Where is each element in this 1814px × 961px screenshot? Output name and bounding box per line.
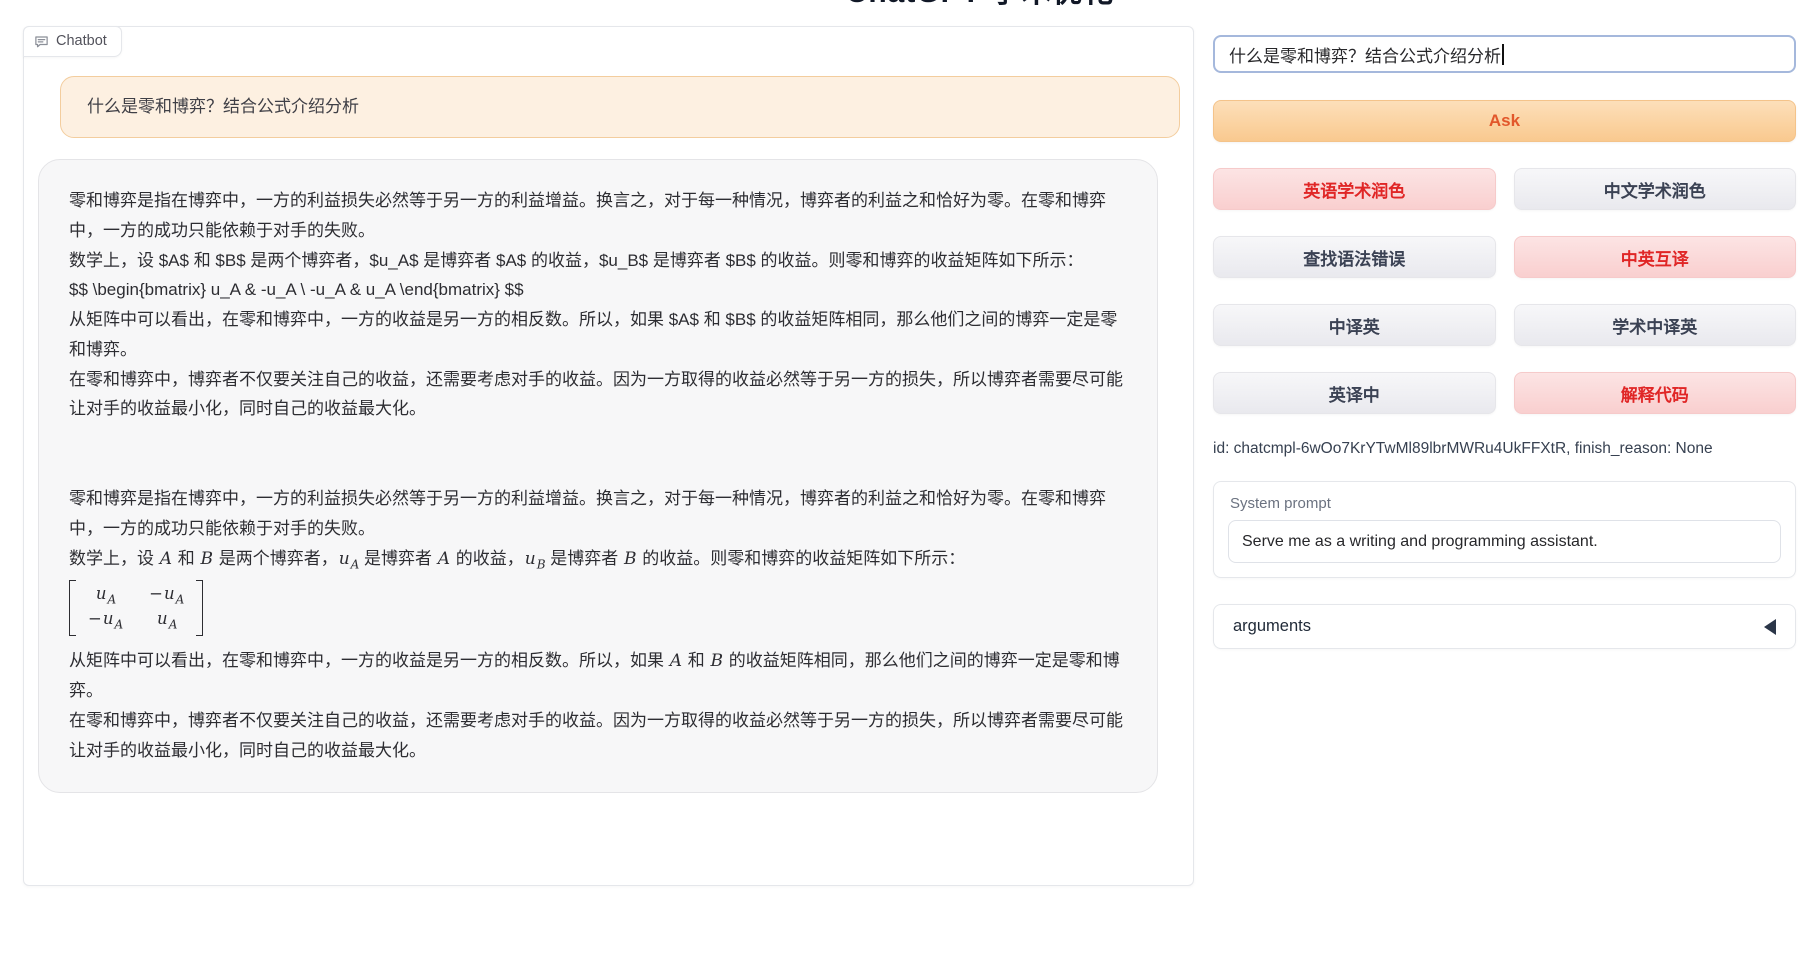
- question-input[interactable]: 什么是零和博弈？结合公式介绍分析: [1213, 35, 1796, 73]
- chatbot-label-text: Chatbot: [56, 33, 107, 49]
- btn-academic-zh-to-en[interactable]: 学术中译英: [1514, 304, 1797, 346]
- btn-explain-code[interactable]: 解释代码: [1514, 372, 1797, 414]
- system-prompt-group: System prompt: [1213, 481, 1796, 578]
- system-prompt-input[interactable]: [1228, 520, 1781, 563]
- btn-en-to-zh[interactable]: 英译中: [1213, 372, 1496, 414]
- btn-zh-to-en[interactable]: 中译英: [1213, 304, 1496, 346]
- system-prompt-label: System prompt: [1214, 482, 1795, 520]
- matrix-right-bracket: [196, 580, 203, 636]
- bot-raw-p5: 在零和博弈中，博弈者不仅要关注自己的收益，还需要考虑对手的收益。因为一方取得的收…: [69, 365, 1127, 425]
- response-status: id: chatcmpl-6wOo7KrYTwMl89lbrMWRu4UkFFX…: [1213, 440, 1796, 458]
- control-column: 什么是零和博弈？结合公式介绍分析 Ask 英语学术润色 中文学术润色 查找语法错…: [1213, 0, 1796, 649]
- chatbot-label: Chatbot: [23, 26, 122, 57]
- matrix-left-bracket: [69, 580, 76, 636]
- matrix-cell-r1c1: uA: [95, 583, 116, 607]
- bot-raw-latex: $$ \begin{bmatrix} u_A & -u_A \ -u_A & u…: [69, 275, 1127, 305]
- matrix-cell-r2c1: −uA: [88, 608, 123, 632]
- user-message: 什么是零和博弈？结合公式介绍分析: [60, 76, 1180, 138]
- message-list: 什么是零和博弈？结合公式介绍分析 零和博弈是指在博弈中，一方的利益损失必然等于另…: [24, 27, 1193, 885]
- bot-rendered-p5: 在零和博弈中，博弈者不仅要关注自己的收益，还需要考虑对手的收益。因为一方取得的收…: [69, 706, 1127, 766]
- arguments-accordion-label: arguments: [1233, 617, 1311, 636]
- payoff-matrix: uA −uA −uA uA: [69, 580, 203, 636]
- btn-english-academic-polish[interactable]: 英语学术润色: [1213, 168, 1496, 210]
- bot-raw-p2: 数学上，设 $A$ 和 $B$ 是两个博弈者，$u_A$ 是博弈者 $A$ 的收…: [69, 246, 1127, 276]
- btn-chinese-academic-polish[interactable]: 中文学术润色: [1514, 168, 1797, 210]
- function-button-grid: 英语学术润色 中文学术润色 查找语法错误 中英互译 中译英 学术中译英 英译中 …: [1213, 168, 1796, 414]
- section-gap: [69, 424, 1127, 484]
- arguments-accordion[interactable]: arguments: [1213, 604, 1796, 649]
- bot-rendered-p4: 从矩阵中可以看出，在零和博弈中，一方的收益是另一方的相反数。所以，如果 A 和 …: [69, 646, 1127, 707]
- bot-rendered-p1: 零和博弈是指在博弈中，一方的利益损失必然等于另一方的利益增益。换言之，对于每一种…: [69, 484, 1127, 544]
- page-title: ChatGPT 学术优化: [830, 0, 1130, 9]
- ask-button[interactable]: Ask: [1213, 100, 1796, 142]
- text-cursor: [1502, 44, 1504, 65]
- matrix-cell-r2c2: uA: [156, 608, 177, 632]
- chat-bubble-icon: [34, 34, 49, 49]
- bot-raw-p1: 零和博弈是指在博弈中，一方的利益损失必然等于另一方的利益增益。换言之，对于每一种…: [69, 186, 1127, 246]
- accordion-collapsed-arrow-icon: [1764, 619, 1776, 635]
- page-title-cutoff: ChatGPT 学术优化: [830, 0, 1130, 9]
- btn-zh-en-mutual-translate[interactable]: 中英互译: [1514, 236, 1797, 278]
- btn-find-grammar-errors[interactable]: 查找语法错误: [1213, 236, 1496, 278]
- chatbot-panel: Chatbot 什么是零和博弈？结合公式介绍分析 零和博弈是指在博弈中，一方的利…: [23, 26, 1194, 886]
- bot-message: 零和博弈是指在博弈中，一方的利益损失必然等于另一方的利益增益。换言之，对于每一种…: [38, 159, 1158, 793]
- bot-rendered-p2: 数学上，设 A 和 B 是两个博弈者，uA 是博弈者 A 的收益，uB 是博弈者…: [69, 544, 1127, 575]
- matrix-cell-r1c2: −uA: [149, 583, 184, 607]
- bot-raw-p4: 从矩阵中可以看出，在零和博弈中，一方的收益是另一方的相反数。所以，如果 $A$ …: [69, 305, 1127, 365]
